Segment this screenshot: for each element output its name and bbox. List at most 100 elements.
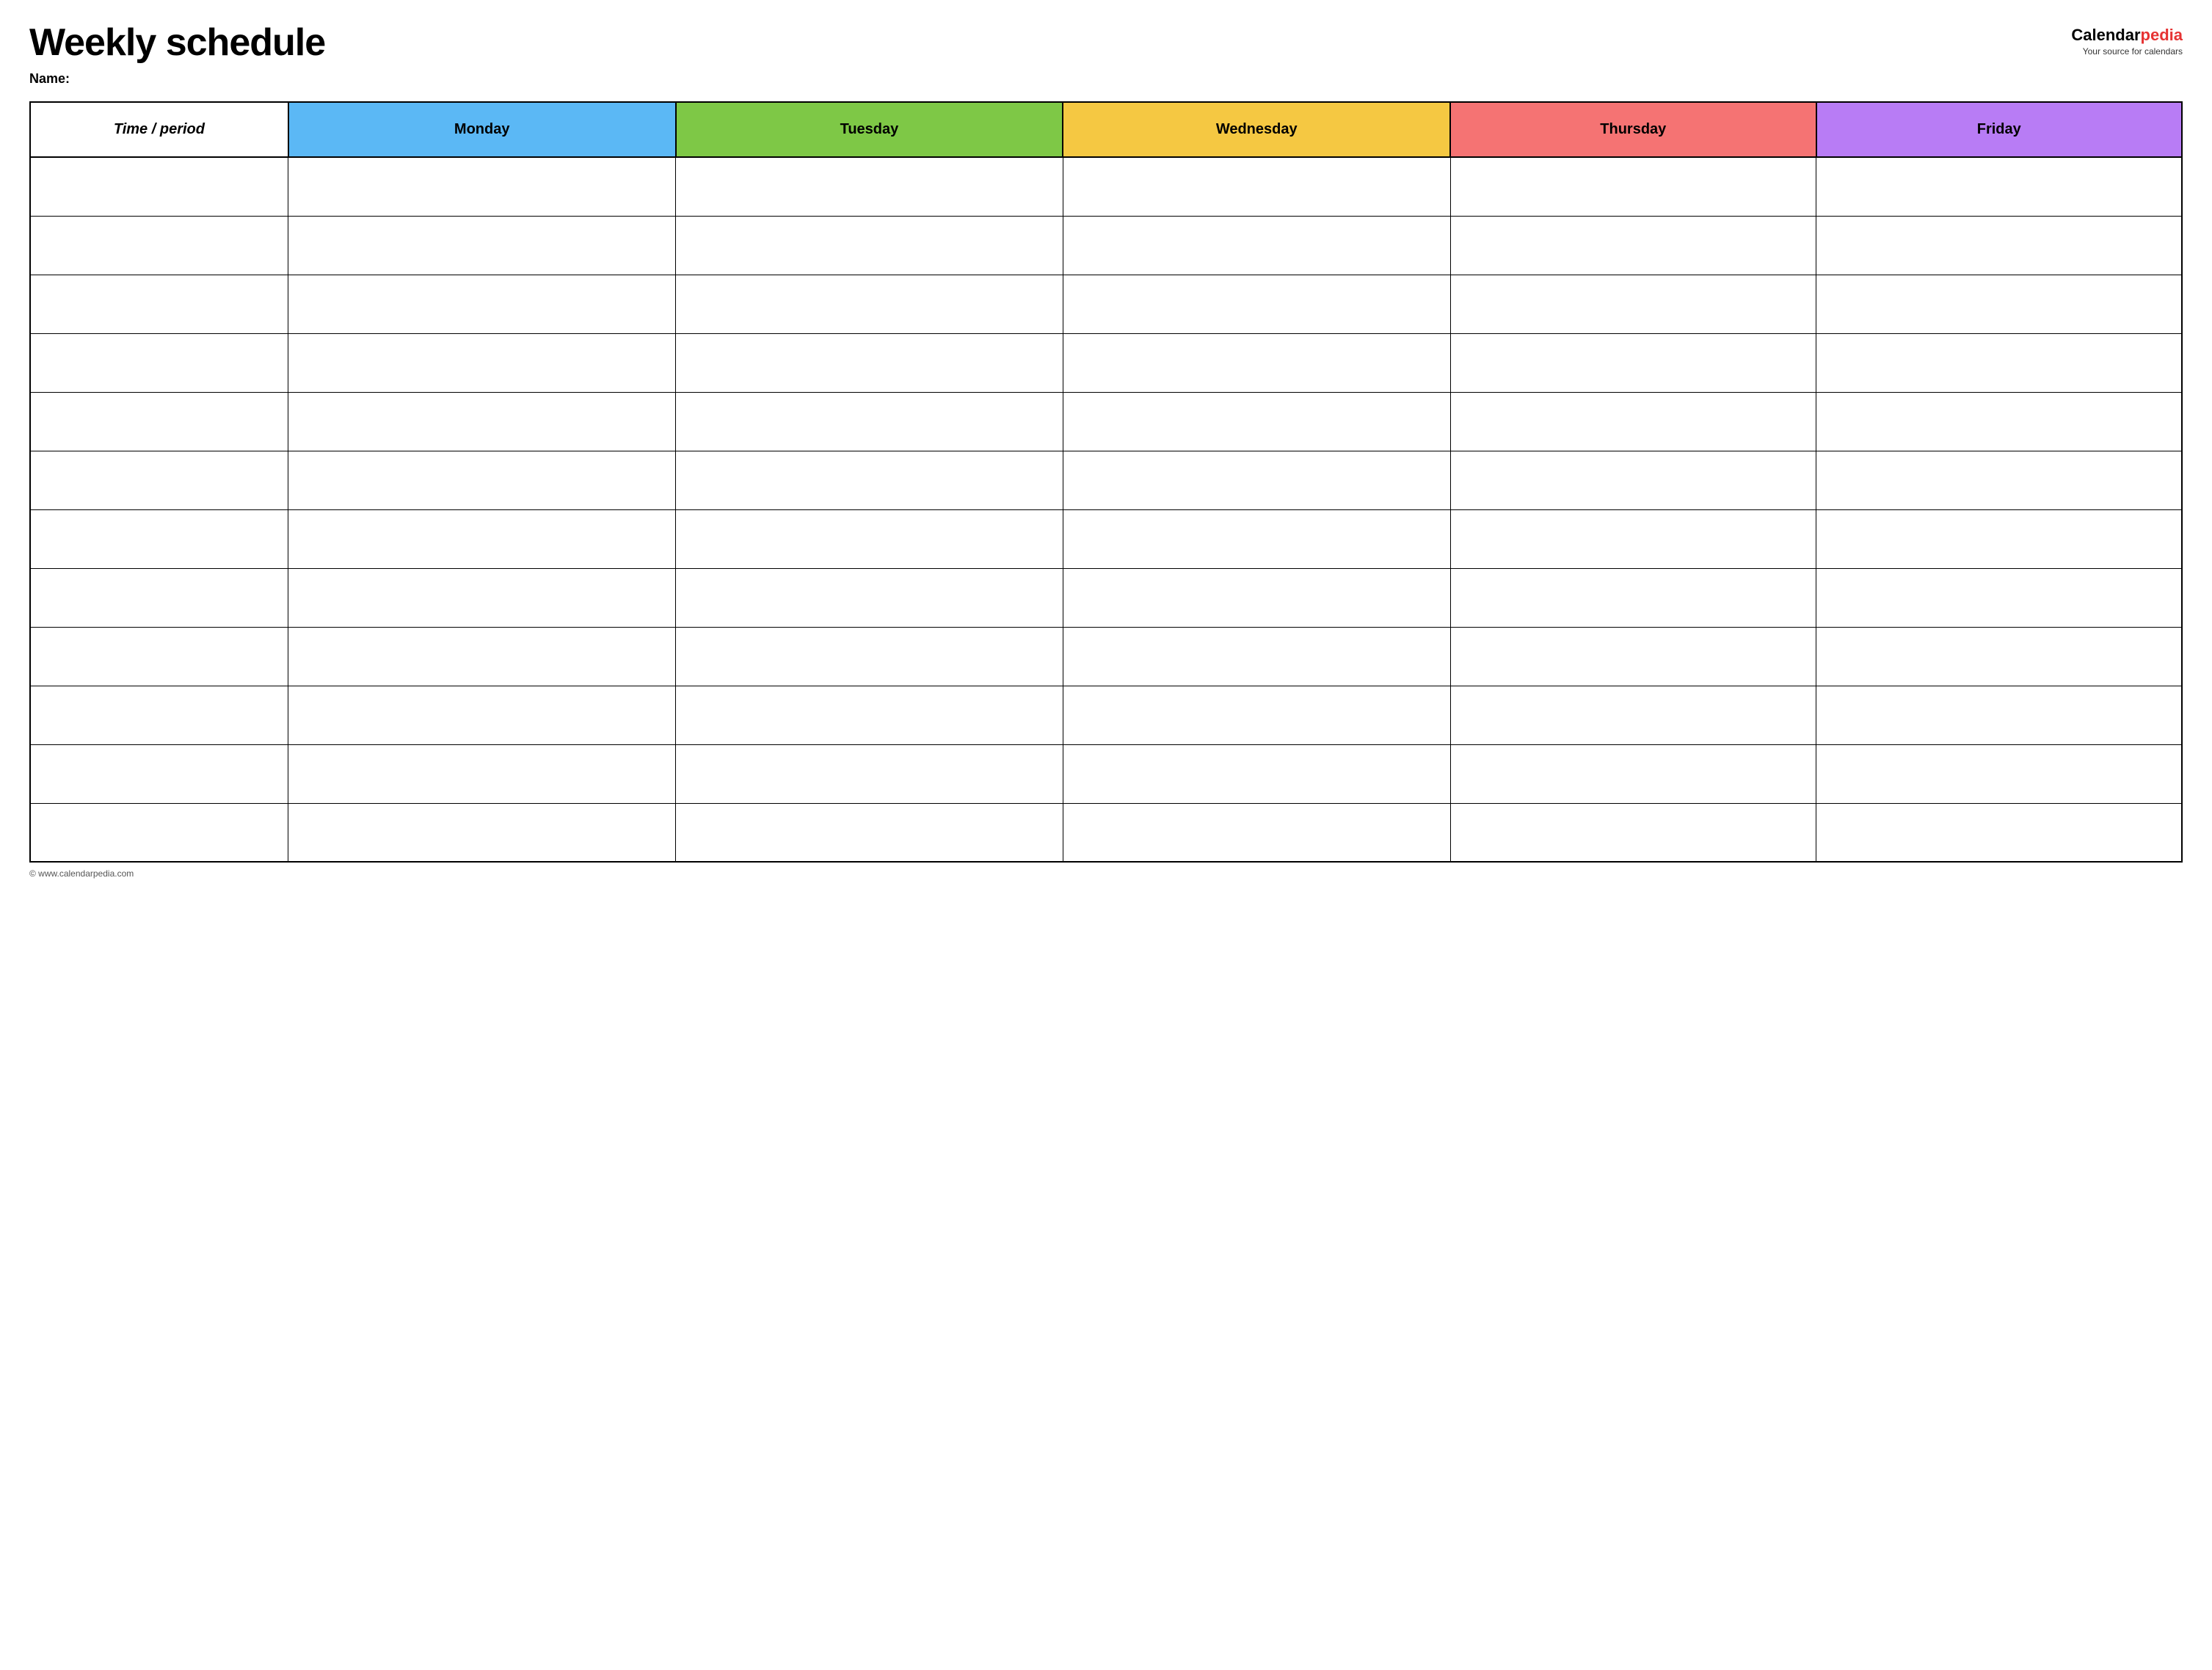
table-row <box>30 333 2182 392</box>
table-row <box>30 157 2182 216</box>
table-cell[interactable] <box>1450 509 1816 568</box>
table-cell[interactable] <box>676 157 1063 216</box>
table-cell[interactable] <box>1450 627 1816 686</box>
table-cell[interactable] <box>288 451 676 509</box>
table-cell[interactable] <box>1063 157 1450 216</box>
table-cell[interactable] <box>1450 157 1816 216</box>
table-cell[interactable] <box>1063 568 1450 627</box>
table-cell[interactable] <box>676 451 1063 509</box>
table-cell[interactable] <box>1816 568 2182 627</box>
logo-tagline: Your source for calendars <box>2071 46 2183 57</box>
table-cell[interactable] <box>30 509 288 568</box>
table-cell[interactable] <box>676 627 1063 686</box>
table-cell[interactable] <box>1063 686 1450 744</box>
table-cell[interactable] <box>1816 686 2182 744</box>
table-cell[interactable] <box>1450 686 1816 744</box>
table-row <box>30 686 2182 744</box>
table-row <box>30 275 2182 333</box>
table-row <box>30 216 2182 275</box>
table-cell[interactable] <box>288 333 676 392</box>
page-title: Weekly schedule <box>29 22 325 64</box>
table-cell[interactable] <box>1816 627 2182 686</box>
table-cell[interactable] <box>1063 333 1450 392</box>
table-cell[interactable] <box>1816 509 2182 568</box>
table-cell[interactable] <box>1816 275 2182 333</box>
table-cell[interactable] <box>288 275 676 333</box>
table-cell[interactable] <box>1063 509 1450 568</box>
table-cell[interactable] <box>288 627 676 686</box>
table-cell[interactable] <box>288 686 676 744</box>
table-cell[interactable] <box>1063 216 1450 275</box>
table-row <box>30 627 2182 686</box>
table-cell[interactable] <box>1063 451 1450 509</box>
table-cell[interactable] <box>30 451 288 509</box>
table-cell[interactable] <box>30 627 288 686</box>
table-cell[interactable] <box>30 157 288 216</box>
table-cell[interactable] <box>30 275 288 333</box>
logo-calendar: Calendar <box>2071 26 2140 44</box>
table-cell[interactable] <box>1450 744 1816 803</box>
table-cell[interactable] <box>1450 275 1816 333</box>
table-cell[interactable] <box>288 744 676 803</box>
logo-section: Calendarpedia Your source for calendars <box>2071 26 2183 57</box>
table-cell[interactable] <box>288 216 676 275</box>
table-cell[interactable] <box>676 333 1063 392</box>
logo-text: Calendarpedia <box>2071 26 2183 45</box>
table-cell[interactable] <box>676 275 1063 333</box>
table-row <box>30 744 2182 803</box>
table-cell[interactable] <box>30 686 288 744</box>
table-cell[interactable] <box>30 216 288 275</box>
header-row: Time / period Monday Tuesday Wednesday T… <box>30 102 2182 157</box>
header-monday: Monday <box>288 102 676 157</box>
table-cell[interactable] <box>1816 333 2182 392</box>
logo-pedia: pedia <box>2141 26 2183 44</box>
footer: © www.calendarpedia.com <box>29 868 2183 879</box>
table-cell[interactable] <box>1063 803 1450 862</box>
table-cell[interactable] <box>1450 333 1816 392</box>
header-time: Time / period <box>30 102 288 157</box>
table-cell[interactable] <box>30 568 288 627</box>
table-cell[interactable] <box>1816 157 2182 216</box>
table-cell[interactable] <box>1063 627 1450 686</box>
table-cell[interactable] <box>1450 568 1816 627</box>
table-cell[interactable] <box>676 744 1063 803</box>
table-cell[interactable] <box>1450 803 1816 862</box>
table-row <box>30 451 2182 509</box>
table-cell[interactable] <box>1816 803 2182 862</box>
table-cell[interactable] <box>676 803 1063 862</box>
table-cell[interactable] <box>1816 216 2182 275</box>
table-cell[interactable] <box>1450 392 1816 451</box>
header-friday: Friday <box>1816 102 2182 157</box>
table-cell[interactable] <box>288 509 676 568</box>
table-cell[interactable] <box>676 686 1063 744</box>
table-cell[interactable] <box>30 803 288 862</box>
table-cell[interactable] <box>1450 216 1816 275</box>
header-wednesday: Wednesday <box>1063 102 1450 157</box>
table-cell[interactable] <box>1063 744 1450 803</box>
table-row <box>30 803 2182 862</box>
table-cell[interactable] <box>676 216 1063 275</box>
table-cell[interactable] <box>1063 392 1450 451</box>
schedule-body <box>30 157 2182 862</box>
table-cell[interactable] <box>288 803 676 862</box>
table-cell[interactable] <box>676 509 1063 568</box>
table-cell[interactable] <box>288 392 676 451</box>
header-thursday: Thursday <box>1450 102 1816 157</box>
table-cell[interactable] <box>30 392 288 451</box>
table-cell[interactable] <box>288 157 676 216</box>
table-cell[interactable] <box>676 392 1063 451</box>
name-label: Name: <box>29 71 325 87</box>
table-cell[interactable] <box>1816 451 2182 509</box>
table-row <box>30 392 2182 451</box>
table-cell[interactable] <box>1063 275 1450 333</box>
table-cell[interactable] <box>288 568 676 627</box>
table-cell[interactable] <box>30 744 288 803</box>
table-cell[interactable] <box>1816 744 2182 803</box>
table-row <box>30 568 2182 627</box>
table-cell[interactable] <box>1450 451 1816 509</box>
table-row <box>30 509 2182 568</box>
table-cell[interactable] <box>1816 392 2182 451</box>
header-tuesday: Tuesday <box>676 102 1063 157</box>
table-cell[interactable] <box>30 333 288 392</box>
table-cell[interactable] <box>676 568 1063 627</box>
